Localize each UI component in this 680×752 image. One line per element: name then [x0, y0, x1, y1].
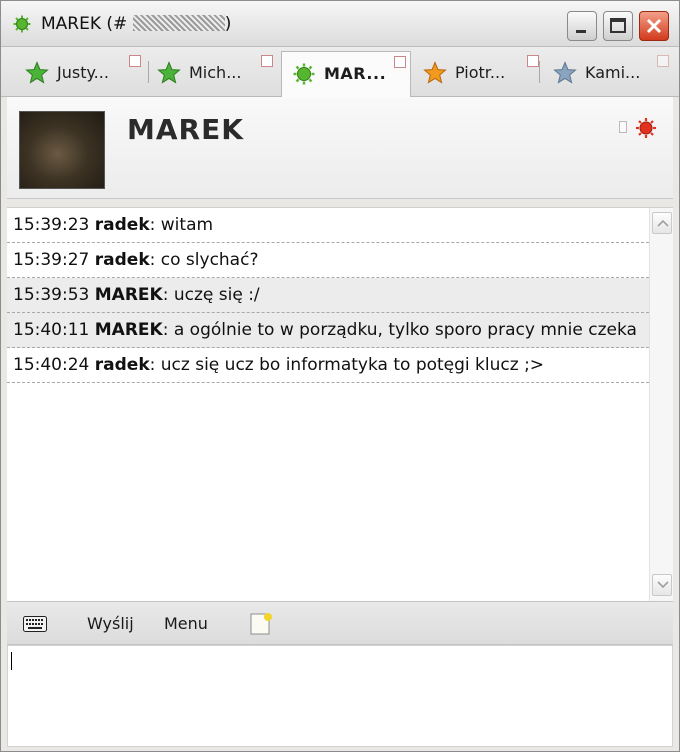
chat-scrollbar[interactable]	[649, 208, 673, 602]
scroll-up-button[interactable]	[652, 212, 672, 234]
message-nick: radek	[94, 215, 150, 235]
message-text: : co slychać?	[149, 250, 259, 270]
message-time: 15:39:27	[13, 250, 90, 270]
tab-separator	[539, 61, 540, 83]
tab-marek[interactable]: MAR...	[281, 51, 411, 98]
chevron-up-icon	[657, 219, 669, 227]
message-row: 15:40:24 radek: ucz się ucz bo informaty…	[7, 348, 649, 383]
note-icon[interactable]	[249, 612, 273, 636]
chevron-down-icon	[657, 581, 669, 589]
message-time: 15:40:24	[13, 355, 90, 375]
close-icon	[646, 18, 662, 34]
message-text: : a ogólnie to w porządku, tylko sporo p…	[162, 320, 637, 340]
tab-close-icon[interactable]	[261, 55, 273, 67]
green-star-icon	[157, 61, 181, 84]
window-title-prefix: MAREK (#	[41, 14, 128, 34]
message-row: 15:39:53 MAREK: uczę się :/	[7, 278, 649, 313]
tab-label: Justy...	[57, 63, 109, 82]
busy-status-icon[interactable]	[635, 117, 657, 139]
contact-name: MAREK	[127, 113, 244, 146]
window-title-suffix: )	[224, 14, 232, 34]
avatar	[19, 111, 105, 189]
message-text: : uczę się :/	[162, 285, 260, 305]
minimize-button[interactable]	[567, 11, 597, 41]
message-nick: MAREK	[94, 285, 163, 305]
tab-close-icon[interactable]	[527, 55, 539, 67]
tab-close-icon[interactable]	[129, 55, 141, 67]
menu-button[interactable]: Menu	[164, 614, 208, 633]
message-time: 15:40:11	[13, 320, 90, 340]
text-caret	[11, 652, 12, 670]
contact-header: MAREK	[7, 97, 673, 199]
typing-indicator	[619, 121, 627, 133]
chat-log[interactable]: 15:39:23 radek: witam 15:39:27 radek: co…	[7, 207, 673, 602]
message-text: : witam	[149, 215, 214, 235]
send-button[interactable]: Wyślij	[87, 614, 134, 633]
keyboard-icon[interactable]	[23, 616, 47, 632]
maximize-icon	[610, 18, 626, 33]
message-input[interactable]	[8, 646, 672, 746]
online-status-icon	[13, 15, 31, 33]
minimize-icon	[576, 30, 586, 33]
title-bar[interactable]: MAREK (# )	[1, 1, 679, 47]
message-time: 15:39:23	[13, 215, 90, 235]
compose-toolbar: Wyślij Menu	[7, 601, 673, 645]
window-title: MAREK (# )	[41, 14, 231, 34]
message-time: 15:39:53	[13, 285, 90, 305]
message-list: 15:39:23 radek: witam 15:39:27 radek: co…	[7, 208, 649, 602]
maximize-button[interactable]	[603, 11, 633, 41]
gray-star-icon	[553, 61, 577, 84]
tab-close-icon[interactable]	[394, 56, 406, 68]
message-row: 15:39:27 radek: co slychać?	[7, 243, 649, 278]
online-status-icon	[293, 63, 315, 85]
redacted-number	[132, 15, 225, 31]
tab-label: Kami...	[585, 63, 641, 82]
message-nick: radek	[94, 250, 150, 270]
green-star-icon	[25, 61, 49, 84]
scroll-down-button[interactable]	[652, 574, 672, 596]
tab-piotr[interactable]: Piotr...	[413, 51, 543, 93]
message-nick: radek	[94, 355, 150, 375]
tab-justy[interactable]: Justy...	[15, 51, 145, 93]
tab-mich[interactable]: Mich...	[147, 51, 277, 93]
message-text: : ucz się ucz bo informatyka to potęgi k…	[149, 355, 545, 375]
tab-label: Piotr...	[455, 63, 506, 82]
tab-label: Mich...	[189, 63, 242, 82]
message-nick: MAREK	[94, 320, 163, 340]
message-input-area[interactable]	[7, 645, 673, 747]
tab-close-icon[interactable]	[657, 55, 669, 67]
message-row: 15:40:11 MAREK: a ogólnie to w porządku,…	[7, 313, 649, 348]
message-row: 15:39:23 radek: witam	[7, 208, 649, 243]
tab-label: MAR...	[324, 64, 387, 83]
conversation-tabs: Justy... Mich... MAR... Piotr... Kami...	[1, 47, 679, 98]
orange-star-icon	[423, 61, 447, 84]
tab-kami[interactable]: Kami...	[543, 51, 673, 93]
close-button[interactable]	[639, 11, 669, 41]
chat-window: MAREK (# ) Justy... Mich... MAR... Piotr…	[0, 0, 680, 752]
